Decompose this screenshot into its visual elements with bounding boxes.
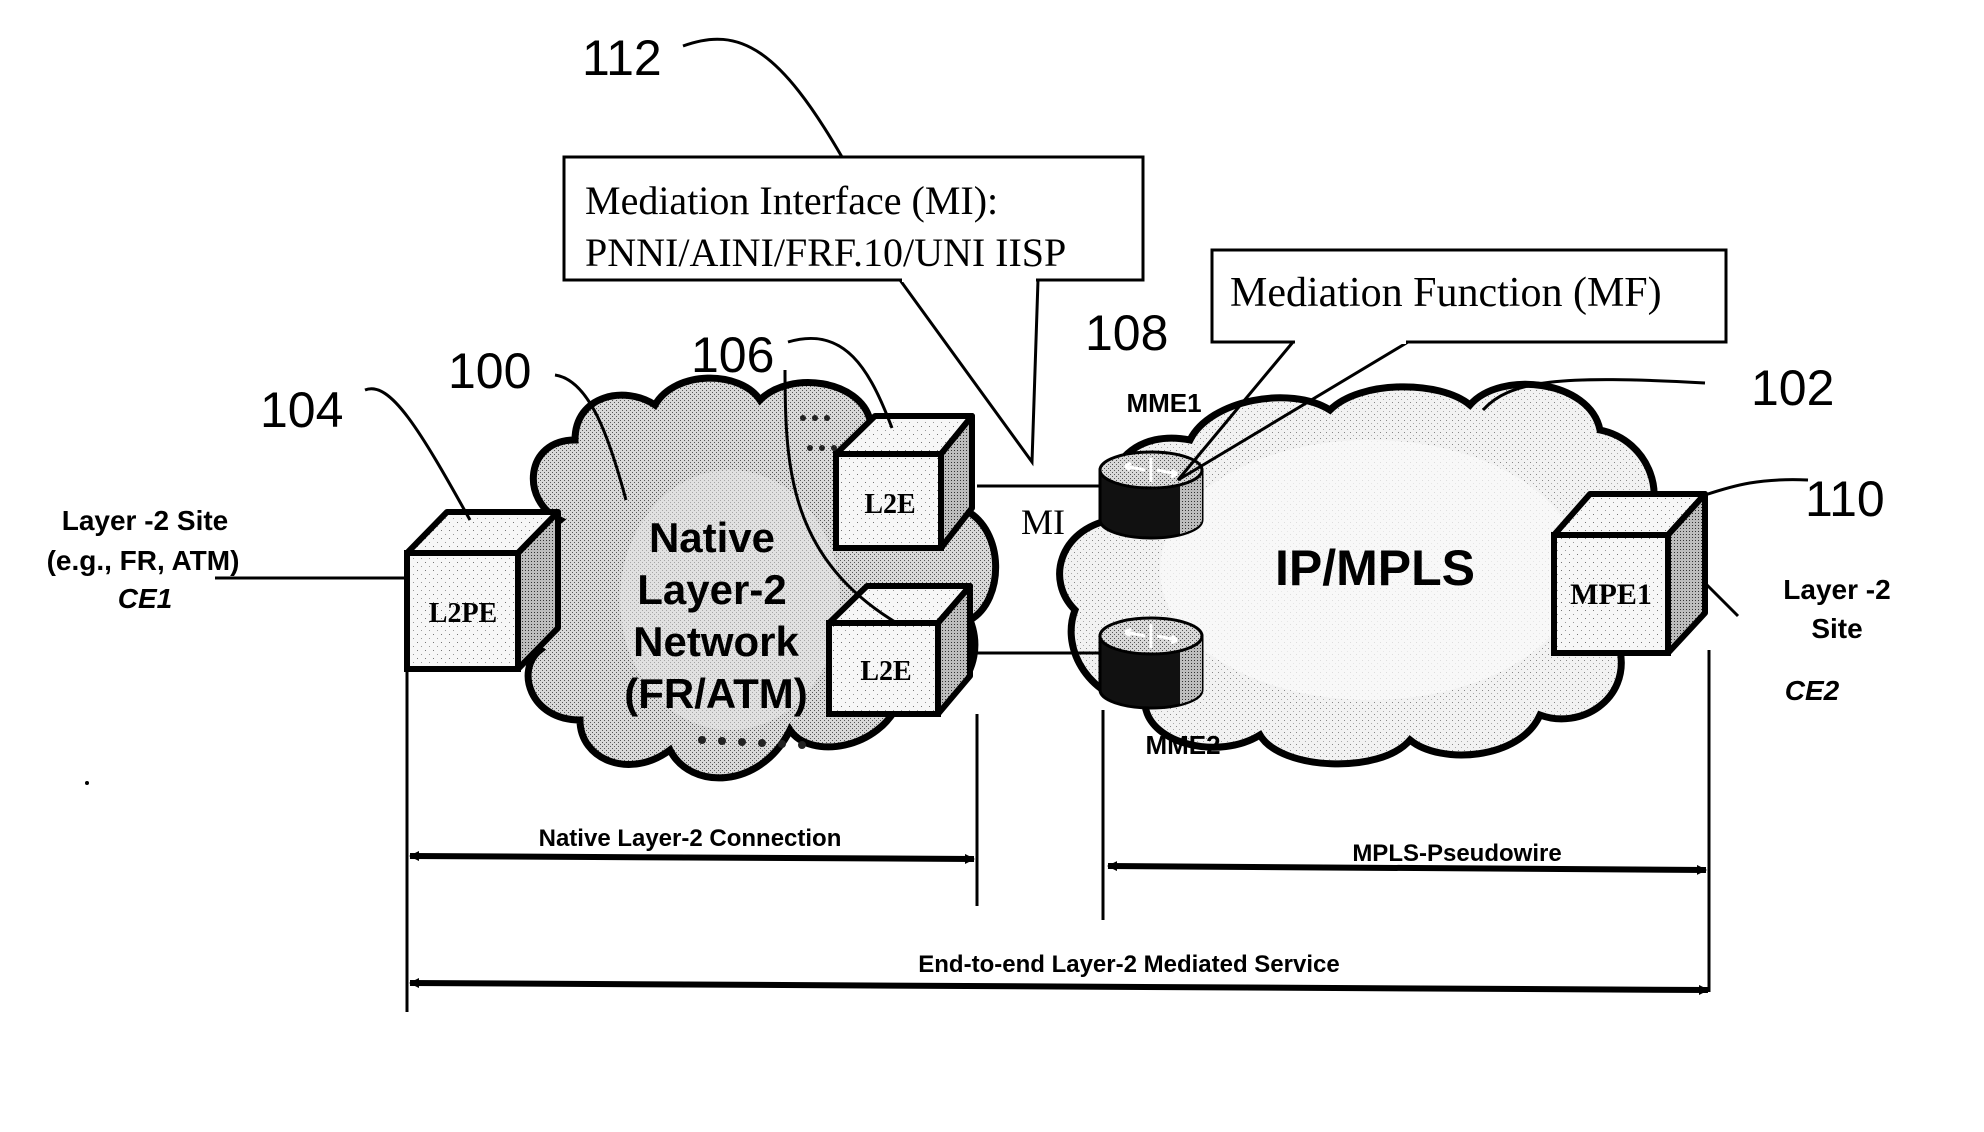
mi-callout-line1: Mediation Interface (MI): [585,178,998,223]
l2e-bottom-label: L2E [860,656,911,687]
native-network-line4: (FR/ATM) [624,670,807,717]
native-connection-label: Native Layer-2 Connection [539,825,842,852]
l2pe-node[interactable]: L2PE [404,509,561,672]
l2pe-label: L2PE [429,598,497,629]
ce1-site: Layer -2 Site (e.g., FR, ATM) CE1 [47,505,240,614]
mpe1-label: MPE1 [1570,578,1652,611]
mme2-label: MME2 [1145,730,1220,760]
ce1-line1: Layer -2 Site [62,505,229,536]
native-connection-span: Native Layer-2 Connection [409,825,975,864]
ref-100: 100 [448,343,531,399]
ce2-link [1703,581,1740,618]
l2e-top-node[interactable]: L2E [833,413,975,551]
ce2-site: Layer -2 Site CE2 [1783,574,1890,706]
l2e-top-label: L2E [864,489,915,520]
mi-callout-line2: PNNI/AINI/FRF.10/UNI IISP [585,230,1066,275]
ref-104: 104 [260,382,343,438]
native-network-line2: Layer-2 [637,566,786,613]
end-to-end-label: End-to-end Layer-2 Mediated Service [918,951,1339,978]
ref-110: 110 [1805,471,1885,527]
stray-dot [85,781,89,785]
network-diagram: MI Native Layer-2 Connection MPLS-Pseudo… [47,30,1891,1012]
ce2-line1: Layer -2 [1783,574,1890,605]
mme2-router[interactable]: MME2 [1098,616,1221,760]
ref-108: 108 [1085,305,1168,361]
ref-112: 112 [582,30,662,86]
end-to-end-span: End-to-end Layer-2 Mediated Service [409,951,1709,995]
pseudowire-label: MPLS-Pseudowire [1352,840,1561,867]
mf-callout-text: Mediation Function (MF) [1230,270,1662,316]
ref-106: 106 [691,327,774,383]
mi-label: MI [1021,502,1065,542]
mme1-router[interactable]: MME1 [1098,388,1204,540]
ce1-name: CE1 [118,583,172,614]
native-network-line3: Network [633,618,799,665]
mpe1-node[interactable]: MPE1 [1551,491,1708,656]
l2e-bottom-node[interactable]: L2E [826,583,973,717]
native-network-line1: Native [649,514,775,561]
ip-mpls-label: IP/MPLS [1275,540,1475,596]
mme1-label: MME1 [1126,388,1201,418]
ce2-line2: Site [1811,613,1862,644]
pseudowire-span: MPLS-Pseudowire [1107,840,1707,875]
ce1-line2: (e.g., FR, ATM) [47,545,240,576]
ref-102: 102 [1751,360,1834,416]
ce2-name: CE2 [1785,675,1840,706]
